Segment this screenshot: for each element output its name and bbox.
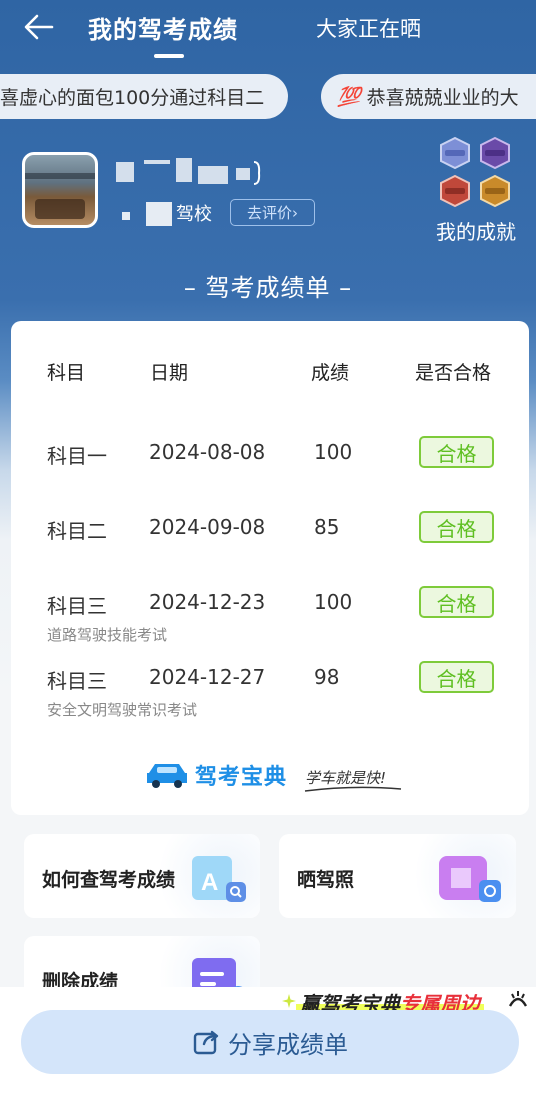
ticker-text: 喜虚心的面包100分通过科目二 [0,87,265,109]
query-doc-icon: A [192,856,246,902]
tile-label: 如何查驾考成绩 [42,869,176,891]
sparkle-icon [282,994,296,1008]
username-blurred [116,158,261,186]
date-cell: 2024-12-27 [149,665,266,689]
exam-note: 安全文明驾驶常识考试 [47,701,198,719]
header-date: 日期 [150,362,189,384]
badge-icon [480,174,510,208]
pass-badge: 合格 [419,511,494,543]
header-pass: 是否合格 [415,362,492,384]
avatar[interactable] [22,152,98,228]
shout-icon [508,991,528,1007]
date-cell: 2024-09-08 [149,515,266,539]
hundred-points-icon: 💯 [337,86,361,108]
score-cell: 98 [314,665,340,689]
badge-icon [440,174,470,208]
table-row: 科目三 2024-12-27 98 合格 安全文明驾驶常识考试 [11,661,529,725]
header-subject: 科目 [47,362,86,384]
subject-cell: 科目一 [47,444,107,468]
how-to-query-tile[interactable]: 如何查驾考成绩 A [24,834,260,918]
exam-note: 道路驾驶技能考试 [47,626,168,644]
tab-my-scores[interactable]: 我的驾考成绩 [88,10,238,45]
tab-everyone-sharing[interactable]: 大家正在晒 [316,13,421,43]
tile-label: 晒驾照 [297,869,355,891]
photo-card-icon [439,856,501,902]
table-row: 科目三 2024-12-23 100 合格 道路驾驶技能考试 [11,586,529,650]
active-tab-indicator [154,54,184,58]
table-row: 科目二 2024-09-08 85 合格 [11,511,529,575]
pass-badge: 合格 [419,661,494,693]
score-cell: 85 [314,515,340,539]
ticker-text: 恭喜兢兢业业的大 [366,87,519,109]
svg-text:A: A [201,869,218,896]
header-score: 成绩 [311,362,350,384]
badge-icon [480,136,510,170]
share-icon [193,1030,219,1055]
review-button[interactable]: 去评价 › [230,199,315,226]
score-report-title: – 驾考成绩单 – [183,274,353,302]
badge-icon [440,136,470,170]
achievement-badges[interactable] [436,136,516,210]
brand-logo: 驾考宝典 学车就是快! [145,757,405,793]
ticker-item[interactable]: 喜虚心的面包100分通过科目二 [0,74,288,119]
share-label: 分享成绩单 [228,1030,348,1059]
subject-cell: 科目三 [47,669,107,693]
my-achievements-label[interactable]: 我的成就 [436,216,516,245]
score-card: 科目 日期 成绩 是否合格 科目一 2024-08-08 100 合格 科目二 … [11,321,529,815]
table-row: 科目一 2024-08-08 100 合格 [11,436,529,500]
back-arrow-icon[interactable] [22,10,56,44]
subject-cell: 科目二 [47,519,107,543]
date-cell: 2024-08-08 [149,440,266,464]
pass-badge: 合格 [419,436,494,468]
pass-badge: 合格 [419,586,494,618]
score-cell: 100 [314,440,353,464]
share-report-button[interactable]: 分享成绩单 [21,1010,519,1074]
school-suffix: 驾校 [176,204,212,225]
share-license-tile[interactable]: 晒驾照 [279,834,516,918]
car-logo-icon [147,764,187,788]
date-cell: 2024-12-23 [149,590,266,614]
chevron-right-icon: › [292,203,298,222]
congrats-ticker: 喜虚心的面包100分通过科目二 💯 恭喜兢兢业业的大 [0,74,536,120]
ticker-item[interactable]: 💯 恭喜兢兢业业的大 [321,74,536,119]
top-nav: 我的驾考成绩 大家正在晒 [0,0,536,66]
score-cell: 100 [314,590,353,614]
subject-cell: 科目三 [47,594,107,618]
review-label: 去评价 [246,204,292,222]
brand-name: 驾考宝典 [195,765,288,790]
